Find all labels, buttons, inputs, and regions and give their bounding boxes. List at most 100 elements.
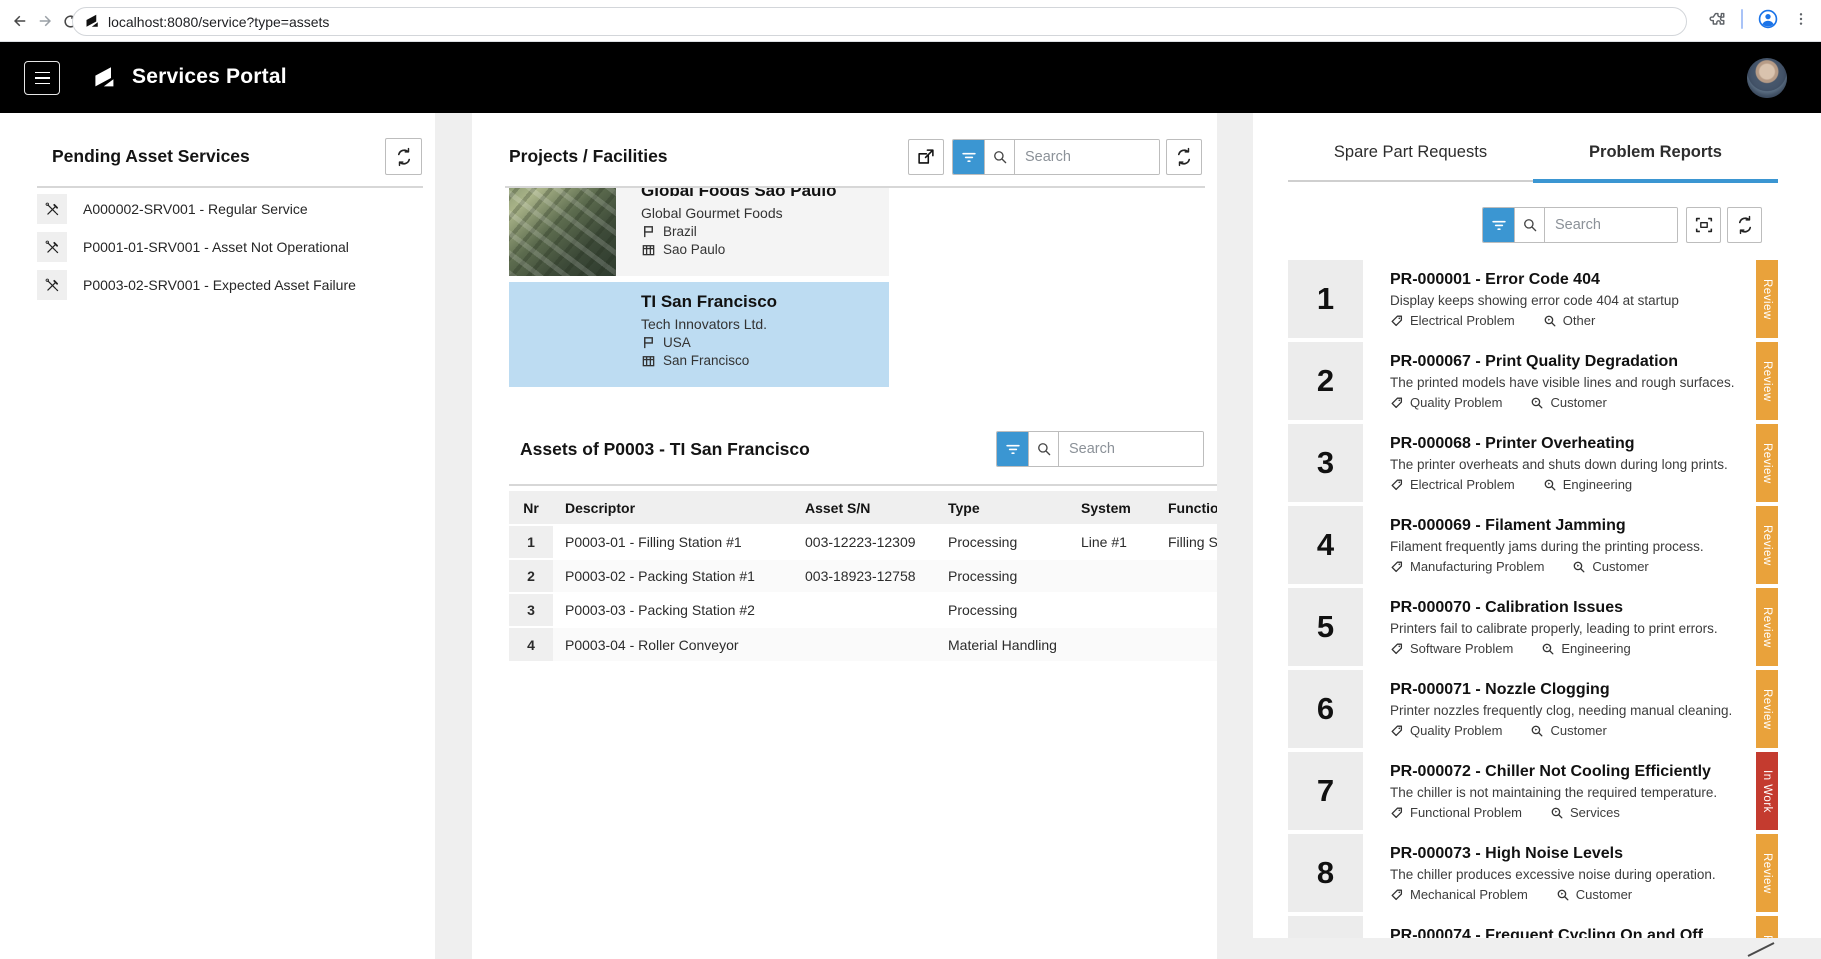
reports-search-input[interactable] bbox=[1545, 208, 1677, 242]
problem-report-item[interactable]: 3 PR-000068 - Printer Overheating The pr… bbox=[1288, 424, 1778, 502]
problem-report-item[interactable]: 5 PR-000070 - Calibration Issues Printer… bbox=[1288, 588, 1778, 666]
reports-search-button[interactable] bbox=[1514, 208, 1545, 242]
problem-report-item[interactable]: 8 PR-000073 - High Noise Levels The chil… bbox=[1288, 834, 1778, 912]
report-source: Engineering bbox=[1561, 641, 1630, 656]
column-header[interactable]: Descriptor bbox=[553, 491, 793, 525]
flag-icon bbox=[641, 224, 656, 239]
service-tools-icon bbox=[37, 232, 67, 262]
tag-icon bbox=[1390, 642, 1404, 656]
report-number: 1 bbox=[1288, 260, 1363, 338]
projects-refresh-button[interactable] bbox=[1166, 139, 1202, 175]
assets-search bbox=[996, 431, 1204, 467]
problem-report-item[interactable]: 6 PR-000071 - Nozzle Clogging Printer no… bbox=[1288, 670, 1778, 748]
url-text: localhost:8080/service?type=assets bbox=[108, 14, 329, 30]
pending-service-label: P0003-02-SRV001 - Expected Asset Failure bbox=[67, 277, 356, 293]
assets-search-input[interactable] bbox=[1059, 432, 1203, 466]
problem-report-item[interactable]: 2 PR-000067 - Print Quality Degradation … bbox=[1288, 342, 1778, 420]
asset-type: Material Handling bbox=[936, 627, 1069, 661]
profile-icon[interactable] bbox=[1757, 8, 1779, 30]
tag-icon bbox=[1390, 806, 1404, 820]
report-description: Printers fail to calibrate properly, lea… bbox=[1390, 621, 1756, 636]
report-problem-type: Functional Problem bbox=[1410, 805, 1522, 820]
assets-filter-button[interactable] bbox=[997, 432, 1028, 466]
status-badge: Review bbox=[1756, 260, 1778, 338]
report-source: Services bbox=[1570, 805, 1620, 820]
flag-icon bbox=[641, 335, 656, 350]
detection-method-icon bbox=[1543, 478, 1557, 492]
asset-row[interactable]: 4 P0003-04 - Roller Conveyor Material Ha… bbox=[509, 627, 1217, 661]
column-header[interactable]: Function bbox=[1156, 491, 1217, 525]
search-icon bbox=[1521, 216, 1539, 234]
detection-method-icon bbox=[1550, 806, 1564, 820]
reports-refresh-button[interactable] bbox=[1727, 207, 1762, 243]
asset-sn: 003-12223-12309 bbox=[793, 525, 936, 559]
asset-descriptor: P0003-01 - Filling Station #1 bbox=[553, 525, 793, 559]
problem-report-item[interactable]: 1 PR-000001 - Error Code 404 Display kee… bbox=[1288, 260, 1778, 338]
projects-search-input[interactable] bbox=[1015, 140, 1159, 174]
reports-expand-button[interactable] bbox=[1686, 207, 1721, 243]
browser-menu-icon[interactable] bbox=[1793, 11, 1809, 27]
column-header[interactable]: System bbox=[1069, 491, 1156, 525]
pending-service-item[interactable]: P0003-02-SRV001 - Expected Asset Failure bbox=[37, 270, 412, 300]
reports-search bbox=[1482, 207, 1678, 243]
browser-forward-icon[interactable] bbox=[33, 9, 57, 33]
detection-method-icon bbox=[1530, 396, 1544, 410]
asset-sn bbox=[793, 593, 936, 627]
assets-search-button[interactable] bbox=[1028, 432, 1059, 466]
asset-descriptor: P0003-04 - Roller Conveyor bbox=[553, 627, 793, 661]
facility-photo bbox=[509, 282, 616, 387]
column-header[interactable]: Type bbox=[936, 491, 1069, 525]
asset-system bbox=[1069, 559, 1156, 593]
browser-back-icon[interactable] bbox=[8, 9, 32, 33]
projects-title: Projects / Facilities bbox=[509, 146, 668, 167]
facility-card[interactable]: TI San Francisco Tech Innovators Ltd. US… bbox=[509, 282, 889, 387]
asset-row[interactable]: 3 P0003-03 - Packing Station #2 Processi… bbox=[509, 593, 1217, 627]
asset-type: Processing bbox=[936, 593, 1069, 627]
open-external-button[interactable] bbox=[908, 139, 944, 175]
projects-search-button[interactable] bbox=[984, 140, 1015, 174]
report-description: Display keeps showing error code 404 at … bbox=[1390, 293, 1756, 308]
column-header[interactable]: Nr bbox=[509, 491, 553, 525]
status-badge: In Work bbox=[1756, 752, 1778, 830]
user-avatar[interactable] bbox=[1747, 58, 1787, 98]
reports-tabs: Spare Part Requests Problem Reports bbox=[1288, 113, 1778, 184]
tag-icon bbox=[1390, 560, 1404, 574]
app-title: Services Portal bbox=[132, 65, 287, 89]
problem-report-item[interactable]: 9 PR-000074 - Frequent Cycling On and Of… bbox=[1288, 916, 1778, 938]
facility-card[interactable]: Global Foods Sao Paulo Global Gourmet Fo… bbox=[509, 188, 889, 276]
assets-table-header: NrDescriptorAsset S/NTypeSystemFunction bbox=[509, 491, 1217, 525]
factory-icon bbox=[641, 242, 656, 257]
pending-service-item[interactable]: P0001-01-SRV001 - Asset Not Operational bbox=[37, 232, 412, 262]
site-favicon bbox=[85, 14, 100, 29]
url-bar[interactable]: localhost:8080/service?type=assets bbox=[72, 7, 1687, 36]
extensions-icon[interactable] bbox=[1708, 10, 1727, 29]
status-badge: Review bbox=[1756, 834, 1778, 912]
report-title: PR-000074 - Frequent Cycling On and Off bbox=[1390, 927, 1756, 938]
facility-company: Global Gourmet Foods bbox=[641, 205, 837, 221]
assets-divider bbox=[509, 484, 1217, 486]
pending-refresh-button[interactable] bbox=[385, 138, 422, 175]
report-description: The printer overheats and shuts down dur… bbox=[1390, 457, 1756, 472]
reports-filter-button[interactable] bbox=[1483, 208, 1514, 242]
asset-nr: 1 bbox=[509, 525, 553, 559]
tab-spare-part-requests[interactable]: Spare Part Requests bbox=[1288, 143, 1533, 162]
problem-report-item[interactable]: 7 PR-000072 - Chiller Not Cooling Effici… bbox=[1288, 752, 1778, 830]
tab-problem-reports[interactable]: Problem Reports bbox=[1533, 143, 1778, 162]
report-source: Customer bbox=[1550, 723, 1606, 738]
report-description: Printer nozzles frequently clog, needing… bbox=[1390, 703, 1756, 718]
search-icon bbox=[1035, 440, 1053, 458]
menu-button[interactable] bbox=[24, 61, 60, 95]
pending-service-item[interactable]: A000002-SRV001 - Regular Service bbox=[37, 194, 412, 224]
problem-report-item[interactable]: 4 PR-000069 - Filament Jamming Filament … bbox=[1288, 506, 1778, 584]
asset-row[interactable]: 1 P0003-01 - Filling Station #1 003-1222… bbox=[509, 525, 1217, 559]
asset-row[interactable]: 2 P0003-02 - Packing Station #1 003-1892… bbox=[509, 559, 1217, 593]
filter-icon bbox=[1003, 439, 1023, 459]
filter-icon bbox=[1489, 215, 1509, 235]
asset-function: Filling Stati bbox=[1156, 525, 1217, 559]
status-badge: Review bbox=[1756, 916, 1778, 938]
column-header[interactable]: Asset S/N bbox=[793, 491, 936, 525]
assets-table: NrDescriptorAsset S/NTypeSystemFunction … bbox=[509, 491, 1217, 661]
resize-grip[interactable] bbox=[1745, 940, 1777, 959]
report-number: 4 bbox=[1288, 506, 1363, 584]
projects-filter-button[interactable] bbox=[953, 140, 984, 174]
